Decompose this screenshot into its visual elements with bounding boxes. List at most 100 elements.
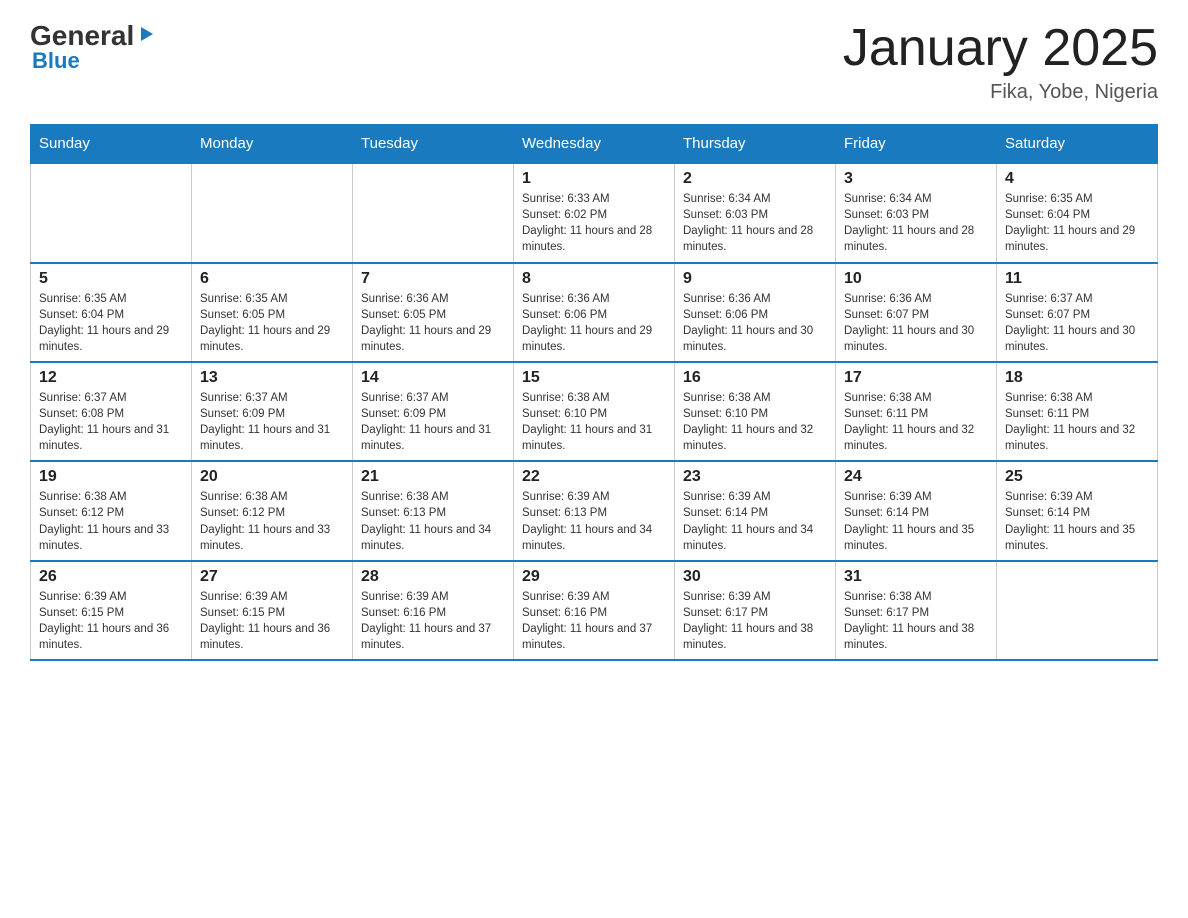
day-number: 7 [361,270,505,288]
calendar-cell: 9 Sunrise: 6:36 AM Sunset: 6:06 PM Daylig… [675,263,836,362]
calendar-cell: 18 Sunrise: 6:38 AM Sunset: 6:11 PM Dayli… [997,362,1158,461]
calendar-cell: 16Sunrise: 6:38 AM Sunset: 6:10 PM Dayli… [675,362,836,461]
calendar-cell [353,163,514,262]
calendar-cell: 13 Sunrise: 6:37 AM Sunset: 6:09 PM Dayli… [192,362,353,461]
day-number: 10 [844,270,988,288]
day-info: Sunrise: 6:36 AM Sunset: 6:06 PM Dayligh… [522,291,666,355]
day-info: Sunrise: 6:38 AM Sunset: 6:11 PM Dayligh… [1005,390,1149,454]
title-section: January 2025 Fika, Yobe, Nigeria [843,20,1158,104]
day-info: Sunrise: 6:35 AM Sunset: 6:04 PM Dayligh… [39,291,183,355]
calendar-cell: 25 Sunrise: 6:39 AM Sunset: 6:14 PM Dayli… [997,461,1158,560]
day-info: Sunrise: 6:37 AM Sunset: 6:09 PM Dayligh… [361,390,505,454]
calendar-cell: 22Sunrise: 6:39 AM Sunset: 6:13 PM Dayli… [514,461,675,560]
calendar-cell: 3 Sunrise: 6:34 AM Sunset: 6:03 PM Daylig… [836,163,997,262]
day-info: Sunrise: 6:35 AM Sunset: 6:05 PM Dayligh… [200,291,344,355]
weekday-header-friday: Friday [836,125,997,164]
day-info: Sunrise: 6:38 AM Sunset: 6:13 PM Dayligh… [361,489,505,553]
calendar-cell: 4 Sunrise: 6:35 AM Sunset: 6:04 PM Daylig… [997,163,1158,262]
weekday-header-thursday: Thursday [675,125,836,164]
day-number: 29 [522,568,666,586]
day-info: Sunrise: 6:38 AM Sunset: 6:12 PM Dayligh… [200,489,344,553]
calendar-cell: 30Sunrise: 6:39 AM Sunset: 6:17 PM Dayli… [675,561,836,660]
day-info: Sunrise: 6:37 AM Sunset: 6:08 PM Dayligh… [39,390,183,454]
day-number: 19 [39,468,183,486]
calendar-cell: 5 Sunrise: 6:35 AM Sunset: 6:04 PM Daylig… [31,263,192,362]
logo-blue-label: Blue [32,48,80,74]
weekday-header-tuesday: Tuesday [353,125,514,164]
day-number: 4 [1005,170,1149,188]
logo-arrow-icon [135,23,157,45]
calendar-cell: 8 Sunrise: 6:36 AM Sunset: 6:06 PM Daylig… [514,263,675,362]
calendar-cell: 6 Sunrise: 6:35 AM Sunset: 6:05 PM Daylig… [192,263,353,362]
day-number: 25 [1005,468,1149,486]
calendar-cell: 7 Sunrise: 6:36 AM Sunset: 6:05 PM Daylig… [353,263,514,362]
calendar-cell: 2 Sunrise: 6:34 AM Sunset: 6:03 PM Daylig… [675,163,836,262]
page-header: General Blue January 2025 Fika, Yobe, Ni… [30,20,1158,104]
day-info: Sunrise: 6:34 AM Sunset: 6:03 PM Dayligh… [683,191,827,255]
weekday-header-monday: Monday [192,125,353,164]
day-number: 8 [522,270,666,288]
calendar-week-4: 19 Sunrise: 6:38 AM Sunset: 6:12 PM Dayli… [31,461,1158,560]
calendar-week-5: 26Sunrise: 6:39 AM Sunset: 6:15 PM Dayli… [31,561,1158,660]
day-number: 3 [844,170,988,188]
calendar-cell [31,163,192,262]
day-info: Sunrise: 6:39 AM Sunset: 6:16 PM Dayligh… [361,589,505,653]
day-number: 13 [200,369,344,387]
calendar-cell: 28 Sunrise: 6:39 AM Sunset: 6:16 PM Dayli… [353,561,514,660]
day-number: 31 [844,568,988,586]
day-info: Sunrise: 6:39 AM Sunset: 6:15 PM Dayligh… [200,589,344,653]
day-info: Sunrise: 6:34 AM Sunset: 6:03 PM Dayligh… [844,191,988,255]
day-info: Sunrise: 6:36 AM Sunset: 6:05 PM Dayligh… [361,291,505,355]
day-number: 23 [683,468,827,486]
calendar-cell: 23 Sunrise: 6:39 AM Sunset: 6:14 PM Dayli… [675,461,836,560]
calendar-cell: 20Sunrise: 6:38 AM Sunset: 6:12 PM Dayli… [192,461,353,560]
day-info: Sunrise: 6:36 AM Sunset: 6:06 PM Dayligh… [683,291,827,355]
weekday-header-saturday: Saturday [997,125,1158,164]
calendar-week-3: 12 Sunrise: 6:37 AM Sunset: 6:08 PM Dayli… [31,362,1158,461]
day-number: 1 [522,170,666,188]
day-info: Sunrise: 6:39 AM Sunset: 6:14 PM Dayligh… [1005,489,1149,553]
calendar-title: January 2025 [843,20,1158,77]
day-number: 2 [683,170,827,188]
calendar-cell: 12 Sunrise: 6:37 AM Sunset: 6:08 PM Dayli… [31,362,192,461]
weekday-header-wednesday: Wednesday [514,125,675,164]
day-info: Sunrise: 6:39 AM Sunset: 6:17 PM Dayligh… [683,589,827,653]
day-number: 6 [200,270,344,288]
day-number: 18 [1005,369,1149,387]
calendar-cell: 29 Sunrise: 6:39 AM Sunset: 6:16 PM Dayli… [514,561,675,660]
day-number: 12 [39,369,183,387]
day-info: Sunrise: 6:39 AM Sunset: 6:16 PM Dayligh… [522,589,666,653]
calendar-table: SundayMondayTuesdayWednesdayThursdayFrid… [30,124,1158,661]
calendar-cell: 14 Sunrise: 6:37 AM Sunset: 6:09 PM Dayli… [353,362,514,461]
day-info: Sunrise: 6:39 AM Sunset: 6:14 PM Dayligh… [683,489,827,553]
calendar-cell: 19 Sunrise: 6:38 AM Sunset: 6:12 PM Dayli… [31,461,192,560]
day-info: Sunrise: 6:38 AM Sunset: 6:12 PM Dayligh… [39,489,183,553]
day-number: 16 [683,369,827,387]
day-number: 27 [200,568,344,586]
calendar-cell [192,163,353,262]
weekday-header-sunday: Sunday [31,125,192,164]
day-number: 28 [361,568,505,586]
day-number: 9 [683,270,827,288]
day-info: Sunrise: 6:38 AM Sunset: 6:17 PM Dayligh… [844,589,988,653]
location-subtitle: Fika, Yobe, Nigeria [843,81,1158,104]
logo: General Blue [30,20,157,74]
calendar-cell: 17Sunrise: 6:38 AM Sunset: 6:11 PM Dayli… [836,362,997,461]
calendar-cell: 1Sunrise: 6:33 AM Sunset: 6:02 PM Daylig… [514,163,675,262]
calendar-cell: 31 Sunrise: 6:38 AM Sunset: 6:17 PM Dayli… [836,561,997,660]
calendar-cell: 10Sunrise: 6:36 AM Sunset: 6:07 PM Dayli… [836,263,997,362]
day-info: Sunrise: 6:39 AM Sunset: 6:14 PM Dayligh… [844,489,988,553]
day-info: Sunrise: 6:38 AM Sunset: 6:10 PM Dayligh… [522,390,666,454]
day-number: 15 [522,369,666,387]
calendar-cell: 24Sunrise: 6:39 AM Sunset: 6:14 PM Dayli… [836,461,997,560]
day-info: Sunrise: 6:37 AM Sunset: 6:09 PM Dayligh… [200,390,344,454]
calendar-cell: 11Sunrise: 6:37 AM Sunset: 6:07 PM Dayli… [997,263,1158,362]
calendar-cell [997,561,1158,660]
day-number: 17 [844,369,988,387]
calendar-cell: 21Sunrise: 6:38 AM Sunset: 6:13 PM Dayli… [353,461,514,560]
day-info: Sunrise: 6:35 AM Sunset: 6:04 PM Dayligh… [1005,191,1149,255]
day-number: 14 [361,369,505,387]
day-number: 5 [39,270,183,288]
day-info: Sunrise: 6:37 AM Sunset: 6:07 PM Dayligh… [1005,291,1149,355]
calendar-cell: 26Sunrise: 6:39 AM Sunset: 6:15 PM Dayli… [31,561,192,660]
